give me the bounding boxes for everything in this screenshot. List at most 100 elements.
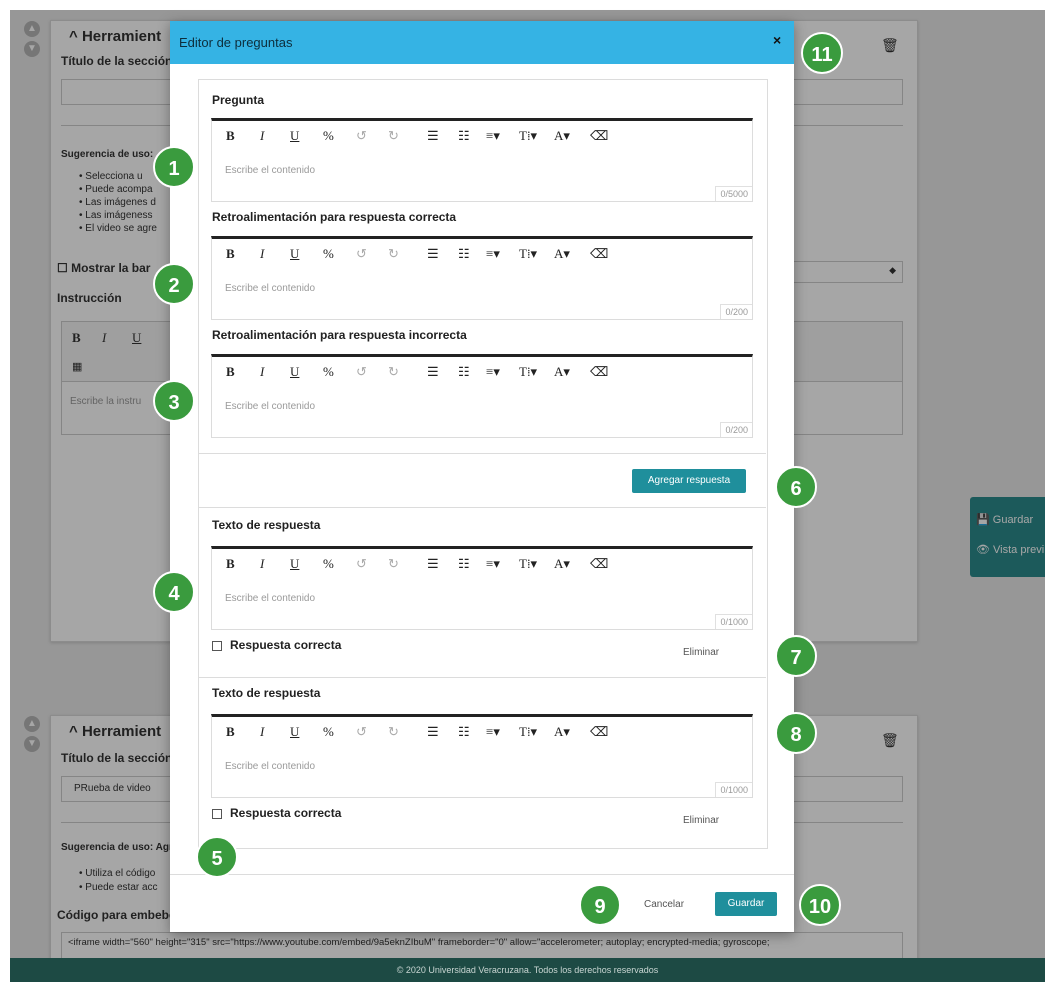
ordered-list-icon[interactable]: ☰ bbox=[427, 364, 439, 380]
text-color-icon[interactable]: A▾ bbox=[554, 128, 570, 144]
link-icon[interactable]: % bbox=[323, 246, 334, 262]
annotation-badge-1: 1 bbox=[153, 146, 195, 188]
unordered-list-icon[interactable]: ☷ bbox=[458, 724, 470, 740]
unordered-list-icon[interactable]: ☷ bbox=[458, 246, 470, 262]
italic-icon[interactable]: I bbox=[260, 128, 264, 144]
text-size-icon[interactable]: T⁞▾ bbox=[519, 724, 537, 740]
delete-answer-button-2[interactable]: Eliminar bbox=[683, 815, 719, 826]
link-icon[interactable]: % bbox=[323, 556, 334, 572]
underline-icon[interactable]: U bbox=[290, 246, 299, 262]
underline-icon[interactable]: U bbox=[290, 556, 299, 572]
redo-icon[interactable]: ↻ bbox=[388, 724, 399, 740]
cancel-button[interactable]: Cancelar bbox=[644, 899, 684, 910]
redo-icon[interactable]: ↻ bbox=[388, 128, 399, 144]
bold-icon[interactable]: B bbox=[226, 246, 235, 262]
align-icon[interactable]: ≡▾ bbox=[486, 724, 500, 740]
redo-icon[interactable]: ↻ bbox=[388, 556, 399, 572]
incorrect-feedback-label: Retroalimentación para respuesta incorre… bbox=[212, 328, 467, 342]
incorrect-feedback-editor: B I U % ↺ ↻ ☰ ☷ ≡▾ T⁞▾ A▾ ⌫ Escribe el c… bbox=[211, 354, 753, 438]
char-counter: 0/1000 bbox=[715, 614, 752, 629]
editor-toolbar: B I U % ↺ ↻ ☰ ☷ ≡▾ T⁞▾ A▾ ⌫ bbox=[211, 236, 753, 270]
answer-input-2[interactable]: Escribe el contenido 0/1000 bbox=[211, 747, 753, 798]
italic-icon[interactable]: I bbox=[260, 364, 264, 380]
answer-label: Texto de respuesta bbox=[212, 686, 321, 700]
clear-format-icon[interactable]: ⌫ bbox=[590, 364, 608, 380]
text-color-icon[interactable]: A▾ bbox=[554, 364, 570, 380]
correct-feedback-input[interactable]: Escribe el contenido 0/200 bbox=[211, 269, 753, 320]
question-input[interactable]: Escribe el contenido 0/5000 bbox=[211, 151, 753, 202]
underline-icon[interactable]: U bbox=[290, 128, 299, 144]
editor-toolbar: B I U % ↺ ↻ ☰ ☷ ≡▾ T⁞▾ A▾ ⌫ bbox=[211, 118, 753, 152]
divider bbox=[199, 453, 766, 454]
annotation-badge-4: 4 bbox=[153, 571, 195, 613]
undo-icon[interactable]: ↺ bbox=[356, 128, 367, 144]
bold-icon[interactable]: B bbox=[226, 364, 235, 380]
clear-format-icon[interactable]: ⌫ bbox=[590, 246, 608, 262]
unordered-list-icon[interactable]: ☷ bbox=[458, 556, 470, 572]
text-color-icon[interactable]: A▾ bbox=[554, 724, 570, 740]
text-size-icon[interactable]: T⁞▾ bbox=[519, 556, 537, 572]
unordered-list-icon[interactable]: ☷ bbox=[458, 128, 470, 144]
redo-icon[interactable]: ↻ bbox=[388, 364, 399, 380]
question-editor-modal: Editor de preguntas × Pregunta B I U % ↺… bbox=[170, 21, 794, 932]
ordered-list-icon[interactable]: ☰ bbox=[427, 246, 439, 262]
modal-header: Editor de preguntas × bbox=[170, 21, 794, 64]
modal-footer-divider bbox=[170, 874, 794, 875]
ordered-list-icon[interactable]: ☰ bbox=[427, 724, 439, 740]
annotation-badge-6: 6 bbox=[775, 466, 817, 508]
italic-icon[interactable]: I bbox=[260, 724, 264, 740]
unordered-list-icon[interactable]: ☷ bbox=[458, 364, 470, 380]
align-icon[interactable]: ≡▾ bbox=[486, 364, 500, 380]
bold-icon[interactable]: B bbox=[226, 556, 235, 572]
link-icon[interactable]: % bbox=[323, 364, 334, 380]
align-icon[interactable]: ≡▾ bbox=[486, 128, 500, 144]
annotation-badge-9: 9 bbox=[579, 884, 621, 926]
align-icon[interactable]: ≡▾ bbox=[486, 556, 500, 572]
question-editor: B I U % ↺ ↻ ☰ ☷ ≡▾ T⁞▾ A▾ ⌫ Escribe el c… bbox=[211, 118, 753, 202]
underline-icon[interactable]: U bbox=[290, 724, 299, 740]
link-icon[interactable]: % bbox=[323, 128, 334, 144]
italic-icon[interactable]: I bbox=[260, 556, 264, 572]
annotation-badge-3: 3 bbox=[153, 380, 195, 422]
ordered-list-icon[interactable]: ☰ bbox=[427, 128, 439, 144]
undo-icon[interactable]: ↺ bbox=[356, 724, 367, 740]
correct-answer-label: Respuesta correcta bbox=[230, 806, 342, 820]
editor-toolbar: B I U % ↺ ↻ ☰ ☷ ≡▾ T⁞▾ A▾ ⌫ bbox=[211, 714, 753, 748]
divider bbox=[199, 677, 766, 678]
annotation-badge-5: 5 bbox=[196, 836, 238, 878]
delete-answer-button-1[interactable]: Eliminar bbox=[683, 647, 719, 658]
undo-icon[interactable]: ↺ bbox=[356, 246, 367, 262]
add-answer-button[interactable]: Agregar respuesta bbox=[632, 469, 746, 493]
text-size-icon[interactable]: T⁞▾ bbox=[519, 246, 537, 262]
bold-icon[interactable]: B bbox=[226, 724, 235, 740]
link-icon[interactable]: % bbox=[323, 724, 334, 740]
clear-format-icon[interactable]: ⌫ bbox=[590, 128, 608, 144]
text-size-icon[interactable]: T⁞▾ bbox=[519, 364, 537, 380]
modal-title: Editor de preguntas bbox=[179, 35, 293, 50]
underline-icon[interactable]: U bbox=[290, 364, 299, 380]
answer-editor-1: B I U % ↺ ↻ ☰ ☷ ≡▾ T⁞▾ A▾ ⌫ Escribe el c… bbox=[211, 546, 753, 630]
text-size-icon[interactable]: T⁞▾ bbox=[519, 128, 537, 144]
clear-format-icon[interactable]: ⌫ bbox=[590, 556, 608, 572]
char-counter: 0/200 bbox=[720, 304, 752, 319]
answer-input-1[interactable]: Escribe el contenido 0/1000 bbox=[211, 579, 753, 630]
bold-icon[interactable]: B bbox=[226, 128, 235, 144]
text-color-icon[interactable]: A▾ bbox=[554, 556, 570, 572]
save-button[interactable]: Guardar bbox=[715, 892, 777, 916]
undo-icon[interactable]: ↺ bbox=[356, 364, 367, 380]
correct-answer-checkbox-2[interactable] bbox=[212, 809, 222, 819]
align-icon[interactable]: ≡▾ bbox=[486, 246, 500, 262]
clear-format-icon[interactable]: ⌫ bbox=[590, 724, 608, 740]
annotation-badge-2: 2 bbox=[153, 263, 195, 305]
undo-icon[interactable]: ↺ bbox=[356, 556, 367, 572]
correct-answer-checkbox-1[interactable] bbox=[212, 641, 222, 651]
ordered-list-icon[interactable]: ☰ bbox=[427, 556, 439, 572]
redo-icon[interactable]: ↻ bbox=[388, 246, 399, 262]
close-icon[interactable]: × bbox=[773, 32, 781, 48]
text-color-icon[interactable]: A▾ bbox=[554, 246, 570, 262]
annotation-badge-11: 11 bbox=[801, 32, 843, 74]
italic-icon[interactable]: I bbox=[260, 246, 264, 262]
divider bbox=[199, 507, 766, 508]
char-counter: 0/1000 bbox=[715, 782, 752, 797]
incorrect-feedback-input[interactable]: Escribe el contenido 0/200 bbox=[211, 387, 753, 438]
